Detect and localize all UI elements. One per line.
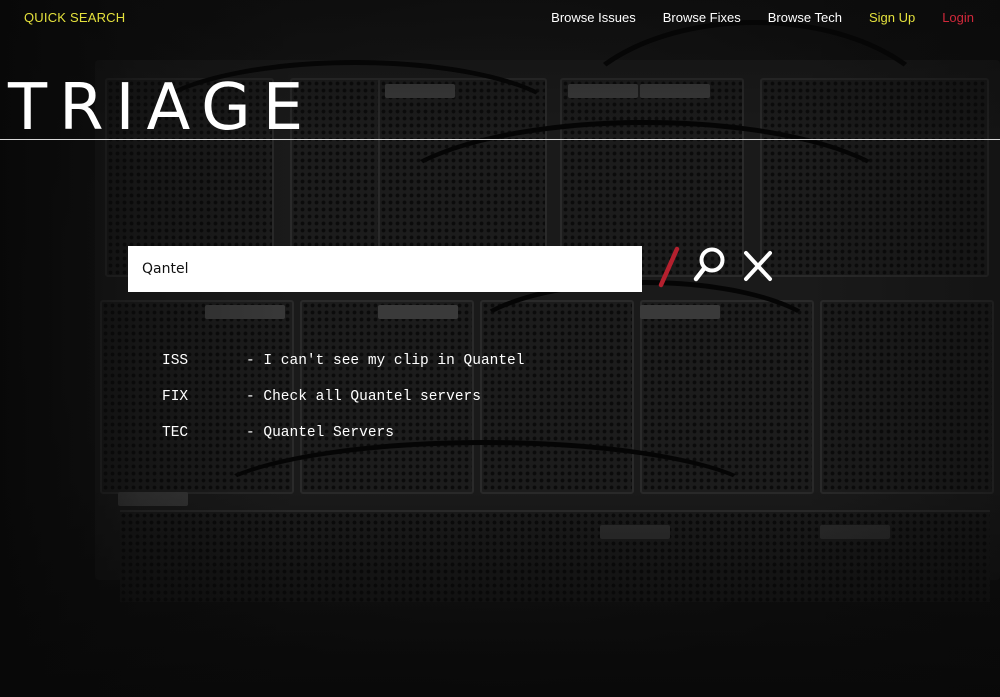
nav-sign-up[interactable]: Sign Up bbox=[869, 10, 915, 25]
page: QUICK SEARCH Browse Issues Browse Fixes … bbox=[0, 0, 1000, 697]
nav-login[interactable]: Login bbox=[942, 10, 974, 25]
slash-divider-icon bbox=[658, 246, 680, 288]
result-row-fix[interactable]: FIX - Check all Quantel servers bbox=[162, 379, 524, 415]
result-type: FIX bbox=[162, 389, 189, 405]
site-logo: TRIAGE bbox=[8, 71, 316, 145]
result-text: - I can't see my clip in Quantel bbox=[246, 353, 525, 369]
result-type: TEC bbox=[162, 425, 189, 441]
search-icon[interactable] bbox=[692, 246, 728, 286]
search-results: ISS - I can't see my clip in Quantel FIX… bbox=[162, 343, 524, 451]
nav-browse-tech[interactable]: Browse Tech bbox=[768, 10, 842, 25]
result-text: - Quantel Servers bbox=[246, 425, 394, 441]
result-row-tech[interactable]: TEC - Quantel Servers bbox=[162, 415, 524, 451]
nav-browse-fixes[interactable]: Browse Fixes bbox=[663, 10, 741, 25]
close-icon[interactable] bbox=[743, 250, 773, 282]
result-text: - Check all Quantel servers bbox=[246, 389, 481, 405]
top-nav: QUICK SEARCH Browse Issues Browse Fixes … bbox=[0, 0, 1000, 36]
quick-search-link[interactable]: QUICK SEARCH bbox=[24, 10, 125, 25]
nav-browse-issues[interactable]: Browse Issues bbox=[551, 10, 636, 25]
result-row-issue[interactable]: ISS - I can't see my clip in Quantel bbox=[162, 343, 524, 379]
nav-links: Browse Issues Browse Fixes Browse Tech S… bbox=[524, 10, 974, 25]
search-input[interactable] bbox=[128, 246, 642, 292]
result-type: ISS bbox=[162, 353, 189, 369]
logo-divider bbox=[0, 139, 1000, 140]
